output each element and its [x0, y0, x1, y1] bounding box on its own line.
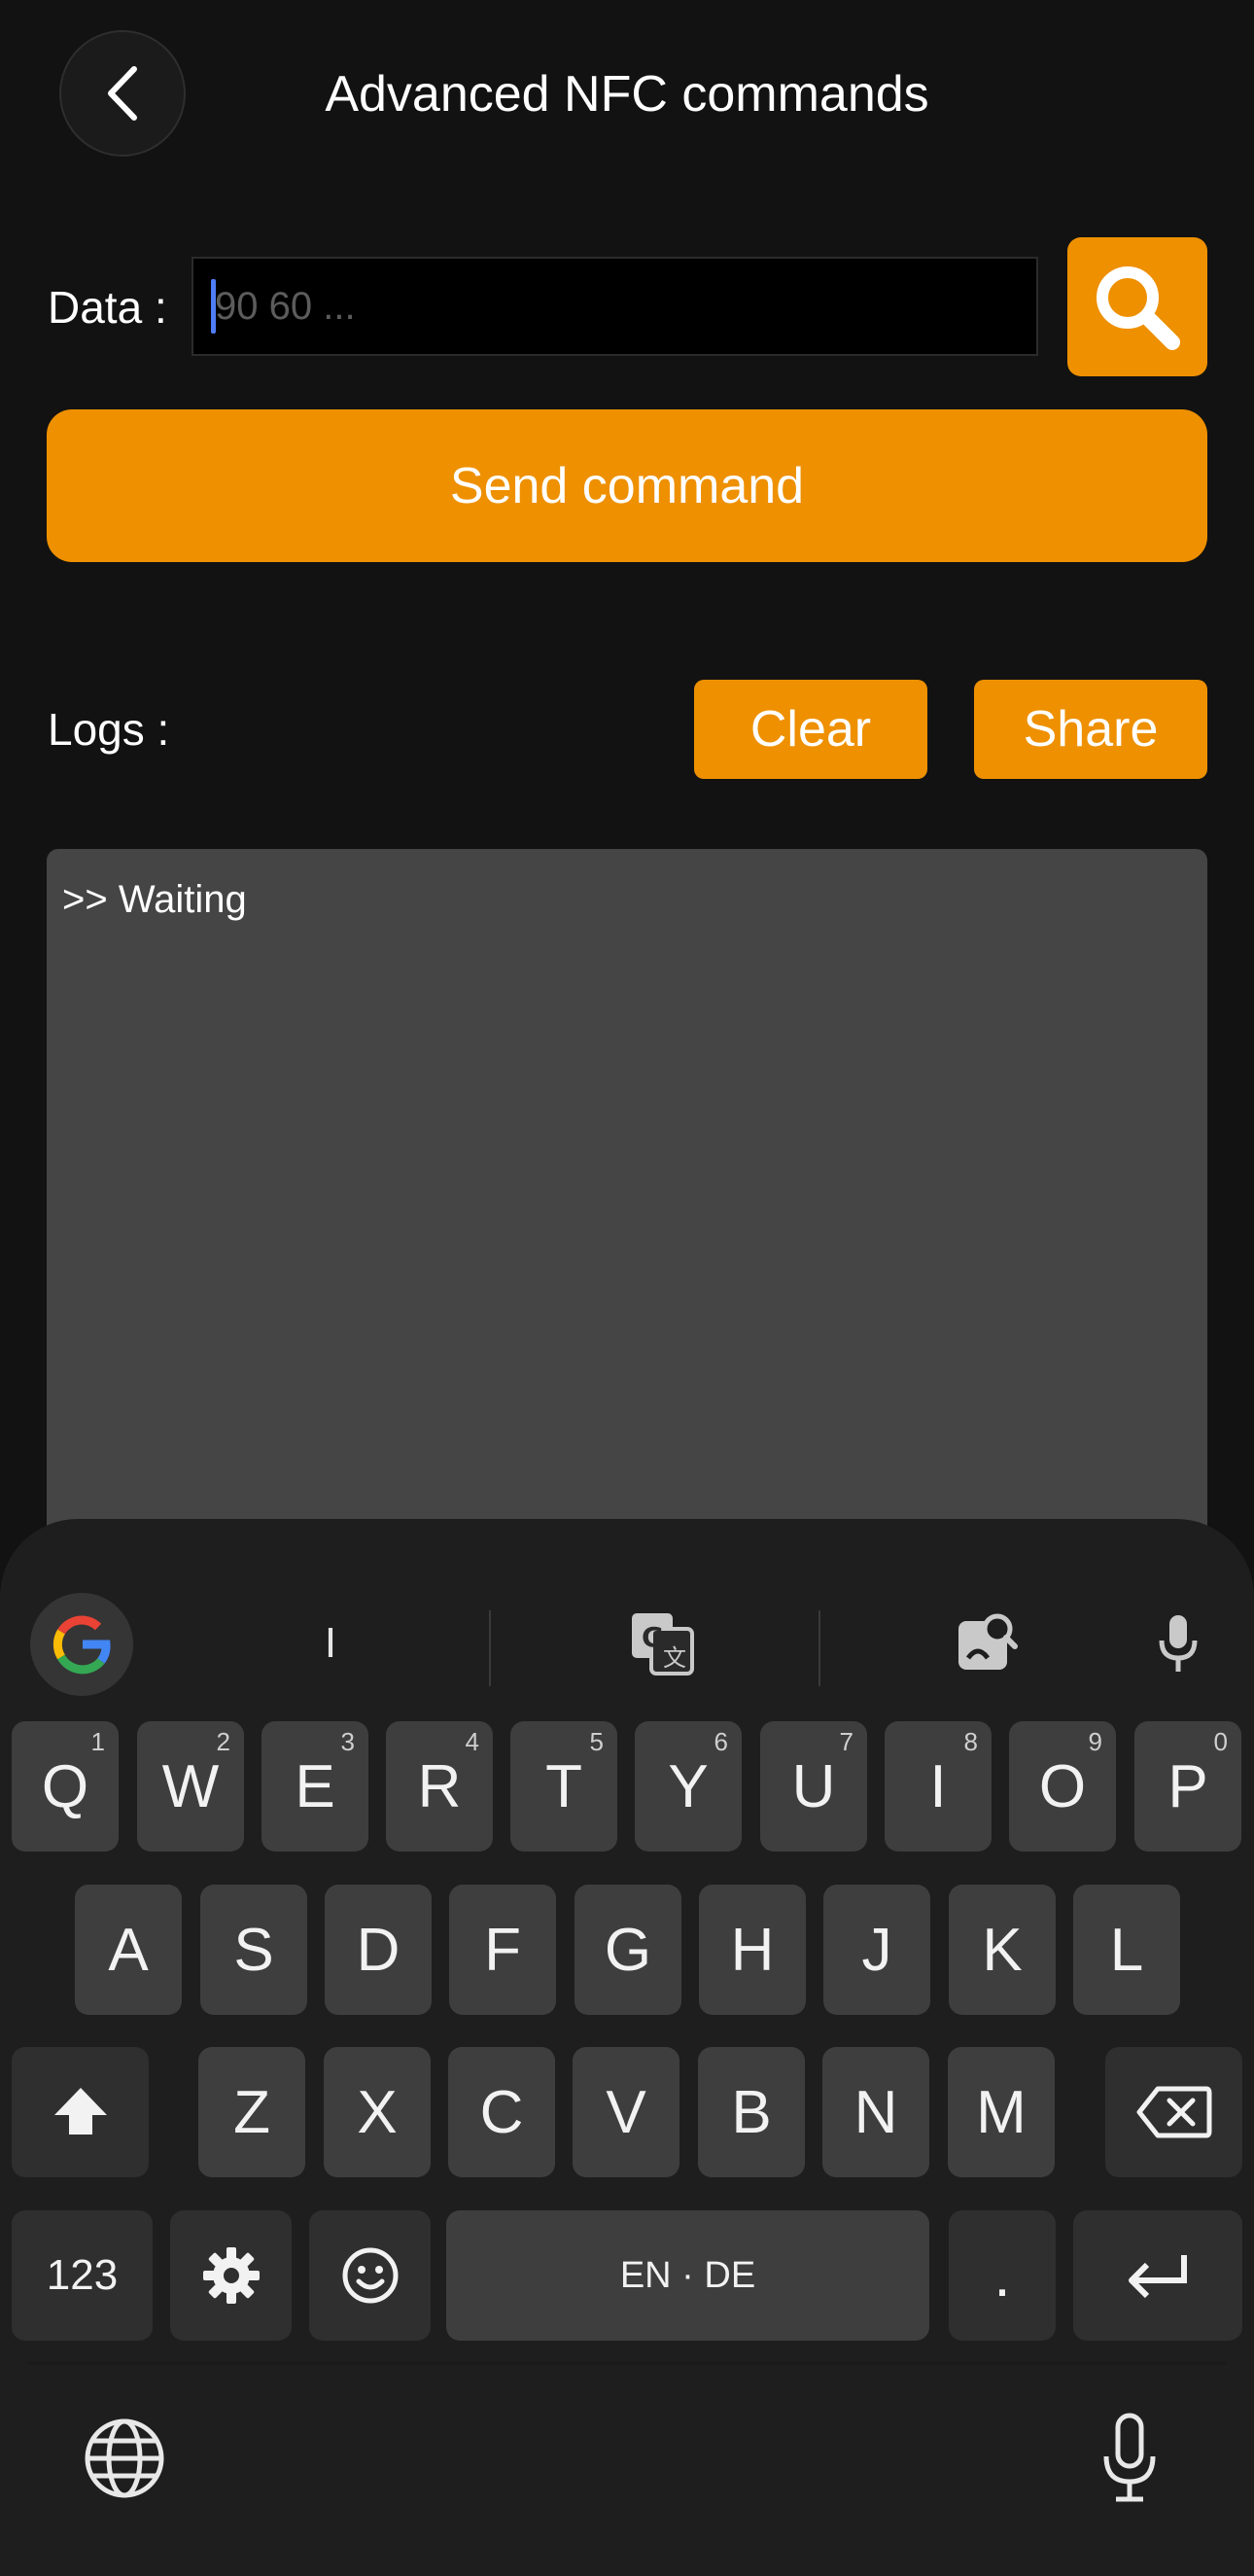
key-hint: 1	[90, 1727, 105, 1756]
keyboard-bottom-divider	[27, 2361, 1227, 2365]
key-label: W	[161, 1752, 220, 1820]
globe-icon	[85, 2418, 164, 2498]
key-hint: 2	[216, 1727, 230, 1756]
key-hint: 3	[340, 1727, 355, 1756]
emoji-key[interactable]	[309, 2210, 431, 2341]
enter-key[interactable]	[1073, 2210, 1242, 2341]
key-w[interactable]: W2	[137, 1721, 244, 1852]
settings-key[interactable]	[170, 2210, 292, 2341]
key-label: O	[1038, 1752, 1087, 1820]
key-k[interactable]: K	[949, 1885, 1056, 2015]
google-icon	[52, 1615, 111, 1675]
key-e[interactable]: E3	[261, 1721, 368, 1852]
suggestion-divider	[489, 1610, 491, 1686]
key-label: Q	[41, 1752, 89, 1820]
key-label: I	[929, 1752, 947, 1820]
space-key[interactable]: EN · DE	[446, 2210, 929, 2341]
logs-label: Logs :	[48, 704, 170, 755]
key-f[interactable]: F	[449, 1885, 556, 2015]
key-hint: 4	[465, 1727, 479, 1756]
key-g[interactable]: G	[575, 1885, 681, 2015]
key-o[interactable]: O9	[1009, 1721, 1116, 1852]
key-l[interactable]: L	[1073, 1885, 1180, 2015]
key-x[interactable]: X	[324, 2047, 431, 2177]
key-n[interactable]: N	[822, 2047, 929, 2177]
search-icon	[1097, 265, 1180, 350]
translate-button[interactable]: G 文	[623, 1605, 701, 1682]
key-hint: 0	[1213, 1727, 1228, 1756]
key-label: U	[791, 1752, 836, 1820]
backspace-key[interactable]	[1105, 2047, 1242, 2177]
key-i[interactable]: I8	[885, 1721, 992, 1852]
suggestion-divider	[819, 1610, 820, 1686]
key-j[interactable]: J	[823, 1885, 930, 2015]
emoji-icon	[342, 2247, 398, 2304]
data-label: Data :	[48, 282, 167, 333]
key-hint: 6	[714, 1727, 728, 1756]
key-u[interactable]: U7	[760, 1721, 867, 1852]
key-b[interactable]: B	[698, 2047, 805, 2177]
period-key[interactable]: .	[949, 2210, 1056, 2341]
language-switch-button[interactable]	[78, 2412, 171, 2505]
key-h[interactable]: H	[699, 1885, 806, 2015]
enter-icon	[1129, 2255, 1187, 2299]
share-button[interactable]: Share	[974, 680, 1207, 779]
text-caret	[211, 279, 216, 334]
backspace-icon	[1136, 2086, 1211, 2138]
image-search-icon	[958, 1613, 1018, 1670]
key-d[interactable]: D	[325, 1885, 432, 2015]
shift-icon	[53, 2088, 107, 2135]
microphone-icon	[1103, 2413, 1156, 2502]
key-label: Y	[668, 1752, 709, 1820]
key-hint: 7	[839, 1727, 853, 1756]
page-title: Advanced NFC commands	[325, 66, 929, 123]
shift-key[interactable]	[12, 2047, 149, 2177]
clear-button[interactable]: Clear	[694, 680, 927, 779]
key-v[interactable]: V	[573, 2047, 679, 2177]
key-label: E	[295, 1752, 335, 1820]
translate-icon: G 文	[632, 1613, 694, 1676]
key-p[interactable]: P0	[1134, 1721, 1241, 1852]
search-button[interactable]	[1067, 237, 1207, 376]
key-r[interactable]: R4	[386, 1721, 493, 1852]
key-label: R	[417, 1752, 462, 1820]
log-text: >> Waiting	[62, 878, 247, 921]
key-hint: 5	[589, 1727, 604, 1756]
key-label: P	[1167, 1752, 1208, 1820]
numbers-key[interactable]: 123	[12, 2210, 153, 2341]
key-c[interactable]: C	[448, 2047, 555, 2177]
voice-input-button[interactable]	[1139, 1605, 1217, 1682]
key-t[interactable]: T5	[510, 1721, 617, 1852]
google-button[interactable]	[30, 1593, 133, 1696]
svg-text:文: 文	[663, 1644, 686, 1672]
bottom-voice-button[interactable]	[1083, 2408, 1176, 2509]
key-hint: 8	[963, 1727, 978, 1756]
svg-text:G: G	[642, 1621, 664, 1653]
key-s[interactable]: S	[200, 1885, 307, 2015]
key-y[interactable]: Y6	[635, 1721, 742, 1852]
key-a[interactable]: A	[75, 1885, 182, 2015]
key-z[interactable]: Z	[198, 2047, 305, 2177]
lens-button[interactable]	[948, 1605, 1026, 1682]
key-q[interactable]: Q1	[12, 1721, 119, 1852]
data-input[interactable]	[192, 257, 1038, 356]
suggestion[interactable]: I	[282, 1606, 379, 1680]
key-m[interactable]: M	[948, 2047, 1055, 2177]
gear-icon	[202, 2247, 260, 2304]
key-label: T	[545, 1752, 582, 1820]
microphone-icon	[1159, 1615, 1198, 1672]
send-command-button[interactable]: Send command	[47, 409, 1207, 562]
key-hint: 9	[1088, 1727, 1102, 1756]
